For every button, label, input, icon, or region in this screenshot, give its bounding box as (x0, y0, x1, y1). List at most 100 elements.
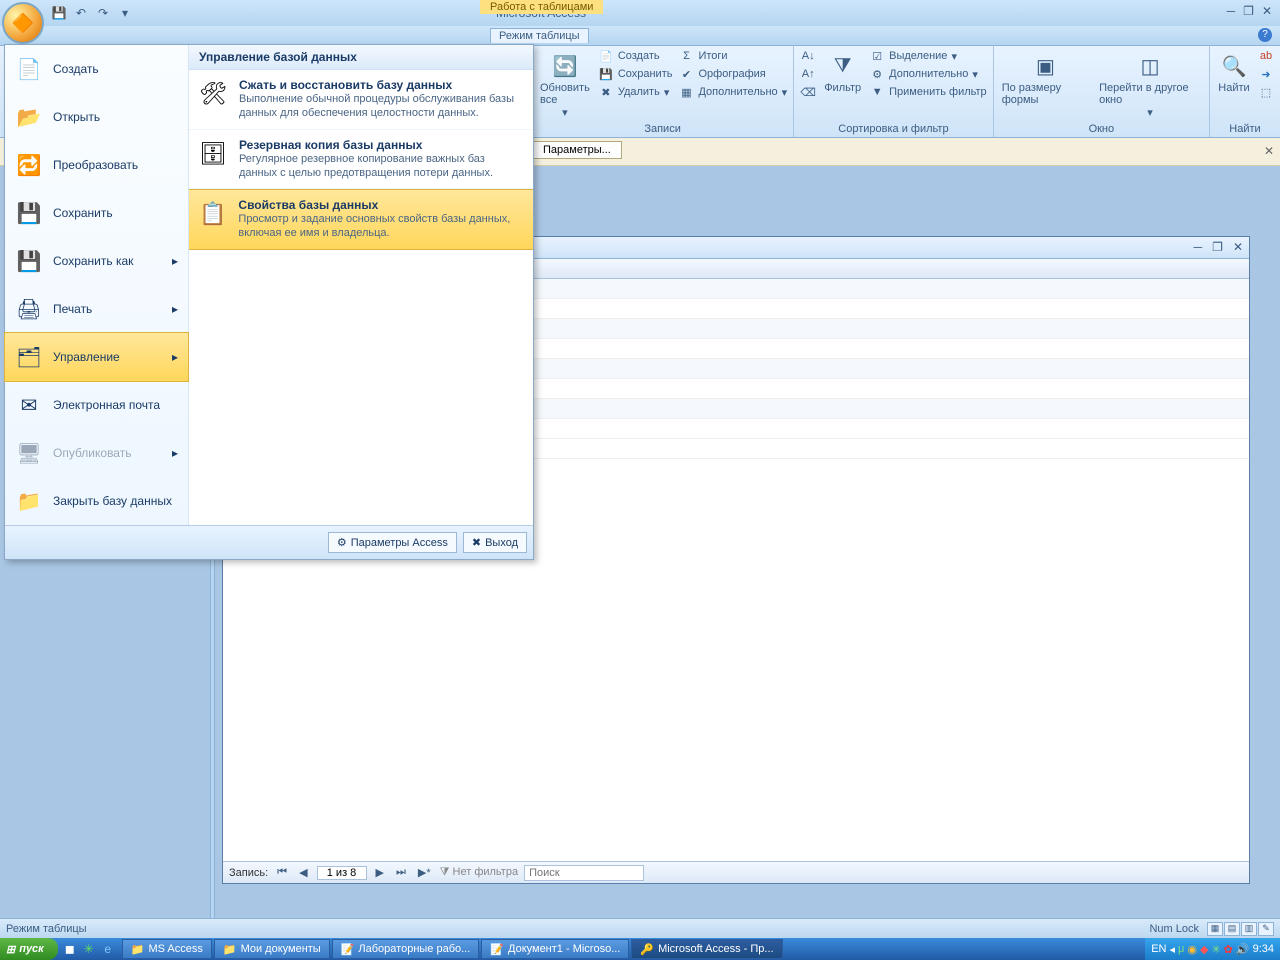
access-options-button[interactable]: ⚙Параметры Access (328, 532, 457, 553)
new-icon: 📄 (598, 48, 614, 64)
tray-icon[interactable]: 🔊 (1236, 943, 1250, 956)
windows-logo-icon: ⊞ (6, 943, 15, 956)
view-chart-icon[interactable]: ▥ (1241, 922, 1257, 936)
nav-next-icon[interactable]: ▶ (373, 866, 387, 879)
ds-close-icon[interactable]: ✕ (1233, 240, 1243, 254)
save-icon[interactable]: 💾 (50, 4, 68, 22)
menu-print[interactable]: 🖨Печать▸ (5, 285, 188, 333)
spelling-button[interactable]: ✔Орфография (678, 66, 787, 82)
new-record-button[interactable]: 📄Создать (598, 48, 673, 64)
find-button[interactable]: 🔍 Найти (1216, 48, 1252, 96)
office-menu: 📄Создать 📂Открыть 🔁Преобразовать 💾Сохран… (4, 44, 534, 560)
ie-icon[interactable]: e (100, 941, 116, 957)
compact-repair-item[interactable]: 🛠 Сжать и восстановить базу данныхВыполн… (189, 70, 533, 130)
fit-form-button[interactable]: ▣ По размеру формы (1000, 48, 1091, 108)
menu-create[interactable]: 📄Создать (5, 45, 188, 93)
record-navigator: Запись: ⏮ ◀ ▶ ⏭ ▶* ⧩ Нет фильтра (223, 861, 1249, 883)
menu-open[interactable]: 📂Открыть (5, 93, 188, 141)
select-icon: ⬚ (1258, 84, 1274, 100)
no-filter-label: ⧩ Нет фильтра (440, 866, 518, 879)
ds-minimize-icon[interactable]: ─ (1194, 240, 1203, 254)
tray-icon[interactable]: ✿ (1224, 943, 1233, 956)
qat-dropdown-icon[interactable]: ▾ (116, 4, 134, 22)
select-button[interactable]: ⬚ (1258, 84, 1274, 100)
minimize-button[interactable]: ─ (1227, 4, 1236, 18)
refresh-all-button[interactable]: 🔄 Обновить все▾ (538, 48, 592, 121)
task-item-active[interactable]: 🔑 Microsoft Access - Пр... (631, 939, 782, 959)
lang-indicator[interactable]: EN (1151, 943, 1166, 955)
diskette-arrow-icon: 💾 (15, 247, 43, 275)
nav-new-icon[interactable]: ▶* (415, 866, 434, 879)
db-properties-item[interactable]: 📋 Свойства базы данныхПросмотр и задание… (189, 189, 533, 250)
close-button[interactable]: ✕ (1262, 4, 1272, 18)
ds-restore-icon[interactable]: ❐ (1212, 240, 1223, 254)
tray-icon[interactable]: μ (1178, 943, 1184, 955)
restore-button[interactable]: ❐ (1243, 4, 1254, 18)
sort-desc-icon: A↑ (800, 66, 816, 82)
options-icon: ⚙ (337, 536, 347, 549)
tray-icon[interactable]: ◉ (1187, 943, 1197, 956)
filter-button[interactable]: ⧩ Фильтр (822, 48, 863, 96)
tab-datasheet-mode[interactable]: Режим таблицы (490, 28, 589, 43)
nav-label: Запись: (229, 867, 268, 879)
office-button[interactable]: 🔶 (2, 2, 44, 44)
manage-panel-header: Управление базой данных (189, 45, 533, 70)
nav-last-icon[interactable]: ⏭ (393, 866, 409, 879)
task-item[interactable]: 📁 MS Access (122, 939, 212, 959)
view-design-icon[interactable]: ✎ (1258, 922, 1274, 936)
clock[interactable]: 9:34 (1253, 943, 1274, 955)
clear-sort-button[interactable]: ⌫ (800, 84, 816, 100)
selection-filter-button[interactable]: ☑Выделение ▾ (869, 48, 987, 64)
exit-icon: ✖ (472, 536, 481, 549)
toggle-filter-button[interactable]: ▼Применить фильтр (869, 84, 987, 100)
menu-close-db[interactable]: 📁Закрыть базу данных (5, 477, 188, 525)
replace-icon: ab (1258, 48, 1274, 64)
help-icon[interactable]: ? (1258, 28, 1272, 42)
record-position[interactable] (317, 866, 367, 880)
search-input[interactable] (524, 865, 644, 881)
email-icon: ✉ (15, 391, 43, 419)
goto-button[interactable]: ➜ (1258, 66, 1274, 82)
undo-icon[interactable]: ↶ (72, 4, 90, 22)
tray-icon[interactable]: ◆ (1200, 943, 1208, 956)
sort-asc-button[interactable]: A↓ (800, 48, 816, 64)
backup-db-item[interactable]: 🗄 Резервная копия базы данныхРегулярное … (189, 130, 533, 190)
status-bar: Режим таблицы Num Lock ▦ ▤ ▥ ✎ (0, 918, 1280, 938)
sort-desc-button[interactable]: A↑ (800, 66, 816, 82)
properties-icon: 📋 (199, 198, 226, 230)
task-item[interactable]: 📝 Лабораторные рабо... (332, 939, 480, 959)
ribbon-tabs: Режим таблицы ? (0, 26, 1280, 46)
group-find: 🔍 Найти ab ➜ ⬚ Найти (1210, 46, 1280, 137)
menu-email[interactable]: ✉Электронная почта (5, 381, 188, 429)
replace-button[interactable]: ab (1258, 48, 1274, 64)
view-pivot-icon[interactable]: ▤ (1224, 922, 1240, 936)
redo-icon[interactable]: ↷ (94, 4, 112, 22)
advanced-filter-button[interactable]: ⚙Дополнительно ▾ (869, 66, 987, 82)
view-datasheet-icon[interactable]: ▦ (1207, 922, 1223, 936)
security-close-icon[interactable]: ✕ (1264, 144, 1274, 158)
security-options-button[interactable]: Параметры... (532, 141, 622, 159)
office-menu-footer: ⚙Параметры Access ✖Выход (5, 525, 533, 559)
more-records-button[interactable]: ▦Дополнительно ▾ (678, 84, 787, 100)
menu-convert[interactable]: 🔁Преобразовать (5, 141, 188, 189)
menu-save[interactable]: 💾Сохранить (5, 189, 188, 237)
ql-icon-1[interactable]: ◼ (62, 941, 78, 957)
system-tray: EN ◂ μ ◉ ◆ ✳ ✿ 🔊 9:34 (1145, 938, 1280, 960)
exit-button[interactable]: ✖Выход (463, 532, 527, 553)
nav-prev-icon[interactable]: ◀ (296, 866, 310, 879)
totals-button[interactable]: ΣИтоги (678, 48, 787, 64)
menu-save-as[interactable]: 💾Сохранить как▸ (5, 237, 188, 285)
start-button[interactable]: ⊞пуск (0, 938, 58, 960)
office-menu-left: 📄Создать 📂Открыть 🔁Преобразовать 💾Сохран… (5, 45, 189, 525)
nav-first-icon[interactable]: ⏮ (274, 866, 290, 879)
delete-record-button[interactable]: ✖Удалить ▾ (598, 84, 673, 100)
task-item[interactable]: 📁 Мои документы (214, 939, 330, 959)
tray-icon[interactable]: ✳ (1211, 943, 1220, 956)
menu-manage[interactable]: 🗂Управление▸ (4, 332, 189, 382)
ql-icon-2[interactable]: ✳ (81, 941, 97, 957)
numlock-indicator: Num Lock (1149, 923, 1199, 935)
task-item[interactable]: 📝 Документ1 - Microso... (481, 939, 629, 959)
tray-icon[interactable]: ◂ (1169, 943, 1175, 956)
switch-window-button[interactable]: ◫ Перейти в другое окно▾ (1097, 48, 1203, 121)
save-record-button[interactable]: 💾Сохранить (598, 66, 673, 82)
